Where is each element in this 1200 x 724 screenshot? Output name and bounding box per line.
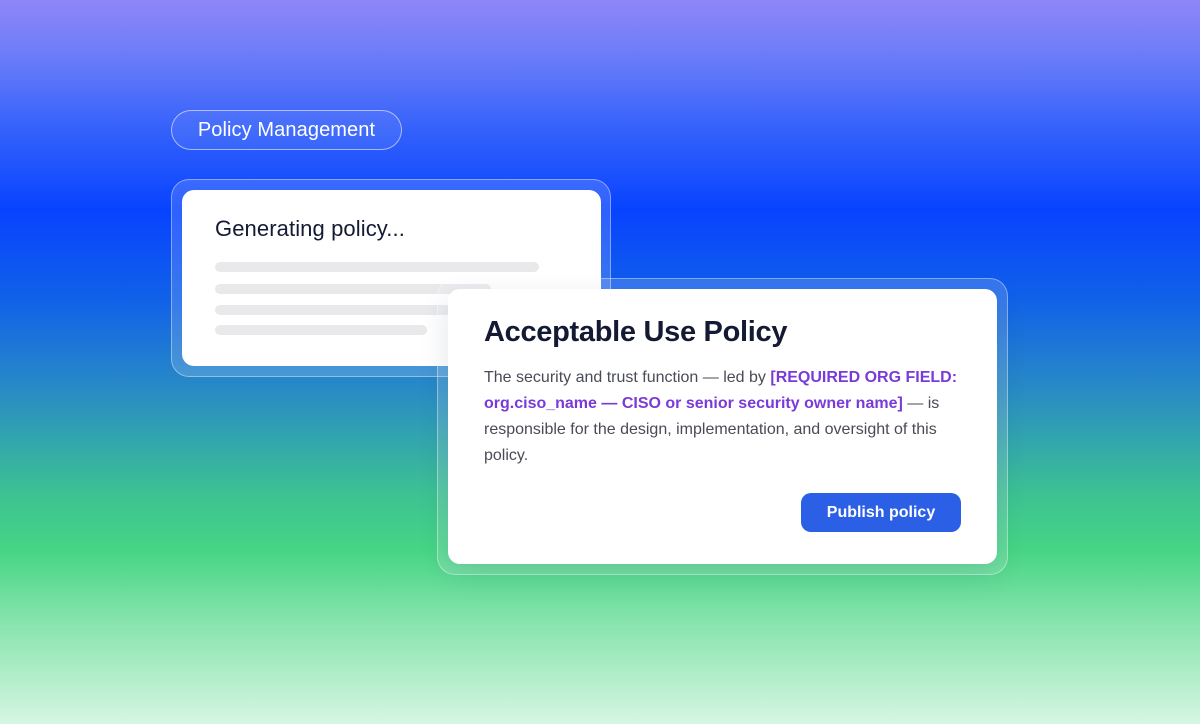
skeleton-line [215,325,427,335]
publish-policy-button[interactable]: Publish policy [801,493,961,532]
policy-management-tag: Policy Management [171,110,402,150]
skeleton-line [215,305,451,315]
skeleton-line [215,262,539,272]
tag-label: Policy Management [197,118,376,141]
policy-title: Acceptable Use Policy [484,316,788,348]
generating-title: Generating policy... [215,216,405,241]
hero-canvas: Policy Management Generating policy... A… [0,0,1200,724]
policy-body: The security and trust function — led by… [484,365,964,469]
policy-body-prefix: The security and trust function — led by [484,369,771,386]
policy-card: Acceptable Use Policy The security and t… [448,289,997,564]
